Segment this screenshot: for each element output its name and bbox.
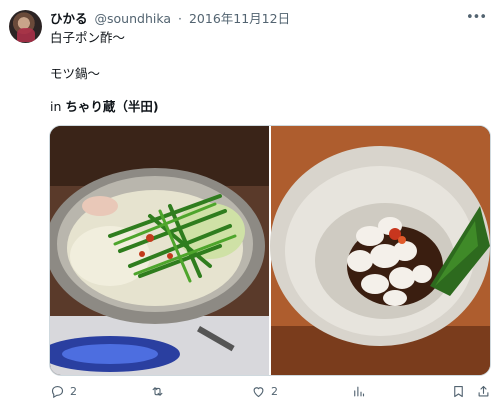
- separator-dot: ·: [178, 11, 182, 26]
- display-name[interactable]: ひかる: [50, 11, 88, 26]
- like-count: 2: [271, 385, 278, 398]
- user-handle[interactable]: @soundhika: [95, 11, 172, 26]
- bookmark-icon: [454, 385, 463, 398]
- reply-button[interactable]: 2: [50, 384, 77, 399]
- location-prefix: in: [50, 99, 62, 114]
- more-dots-icon[interactable]: •••: [466, 10, 487, 25]
- views-button[interactable]: [351, 384, 371, 399]
- like-icon: [253, 387, 264, 398]
- location-name[interactable]: ちゃり蔵（半田): [65, 99, 158, 114]
- motsu-nabe-photo[interactable]: [50, 126, 269, 375]
- views-icon: [354, 386, 365, 397]
- location-line: in ちゃり蔵（半田): [50, 99, 159, 115]
- post-text-line-2: モツ鍋〜: [50, 66, 101, 81]
- media-grid: [49, 125, 491, 376]
- shirako-ponzu-photo[interactable]: [270, 126, 490, 375]
- retweet-icon: [152, 386, 163, 397]
- action-bar: 2 2: [0, 384, 500, 401]
- avatar[interactable]: [9, 10, 42, 43]
- bookmark-button[interactable]: [451, 384, 466, 399]
- retweet-button[interactable]: [150, 384, 170, 399]
- post-date[interactable]: 2016年11月12日: [189, 11, 290, 26]
- share-icon: [478, 385, 489, 397]
- like-button[interactable]: 2: [251, 384, 278, 399]
- post-text-line-1: 白子ポン酢〜: [50, 30, 126, 45]
- reply-icon: [51, 385, 64, 399]
- reply-count: 2: [70, 385, 77, 398]
- share-button[interactable]: [476, 384, 491, 399]
- post-header: ひかる @soundhika · 2016年11月12日: [50, 11, 290, 27]
